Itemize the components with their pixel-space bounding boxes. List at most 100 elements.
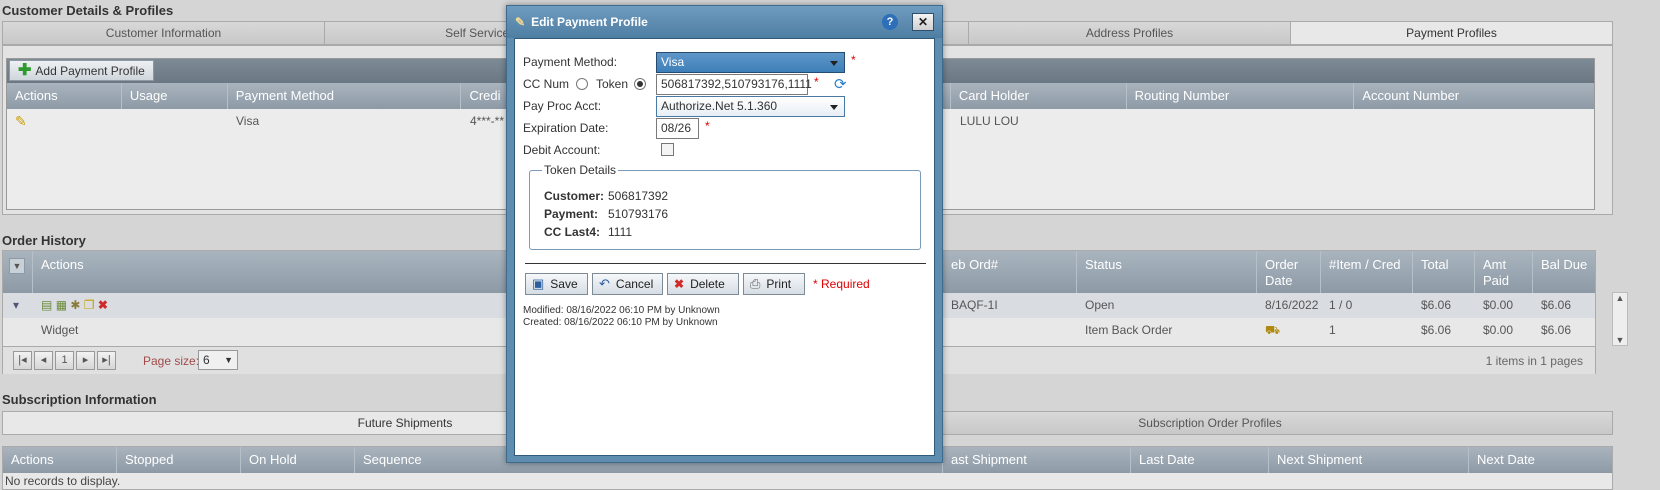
token-label: Token	[596, 77, 629, 91]
col-order-date[interactable]: Order Date	[1257, 251, 1321, 293]
col-total[interactable]: Total	[1413, 251, 1475, 293]
col-web-ord[interactable]: eb Ord#	[943, 251, 1077, 293]
pager-buttons: |◂ ◂ 1 ▸ ▸|	[13, 351, 118, 370]
cancel-label: Cancel	[615, 277, 654, 291]
customer-label: Customer:	[544, 189, 605, 203]
exp-date-input[interactable]: 08/26	[656, 118, 699, 139]
col-card-holder[interactable]: Card Holder	[951, 83, 1127, 109]
document-icon[interactable]: ▤	[41, 298, 52, 312]
dialog-body: Payment Method: Visa * CC Num Token 5068…	[514, 38, 935, 456]
next-page-button[interactable]: ▸	[76, 351, 95, 370]
col-account-number[interactable]: Account Number	[1354, 83, 1594, 109]
add-payment-profile-button[interactable]: ✚ Add Payment Profile	[9, 60, 154, 81]
col-routing-number[interactable]: Routing Number	[1127, 83, 1355, 109]
dialog-titlebar[interactable]: ✎ Edit Payment Profile ? ✕	[507, 6, 942, 38]
delete-label: Delete	[690, 277, 725, 291]
col-next-shipment[interactable]: Next Shipment	[1269, 447, 1469, 473]
debit-account-checkbox[interactable]	[661, 143, 674, 156]
col-next-date[interactable]: Next Date	[1469, 447, 1609, 473]
col-last-shipment[interactable]: ast Shipment	[943, 447, 1131, 473]
dialog-title: Edit Payment Profile	[531, 15, 648, 29]
col-amt-paid[interactable]: Amt Paid	[1475, 251, 1533, 293]
prev-page-button[interactable]: ◂	[34, 351, 53, 370]
cc-number-input[interactable]: 506817392,510793176,1111	[656, 74, 812, 95]
payment-method-select[interactable]: Visa	[656, 52, 845, 73]
pay-proc-value: Authorize.Net 5.1.360	[661, 99, 778, 113]
required-marker: *	[705, 119, 710, 133]
token-details-legend: Token Details	[542, 163, 619, 177]
col-on-hold[interactable]: On Hold	[241, 447, 355, 473]
last4-value: 1111	[608, 225, 633, 239]
expand-all-cell[interactable]: ▼	[3, 251, 33, 293]
print-button[interactable]: ⎙ Print	[743, 273, 805, 295]
col-bal-due[interactable]: Bal Due	[1533, 251, 1593, 293]
pencil-icon[interactable]: ✎	[15, 113, 27, 129]
close-icon[interactable]: ✕	[912, 13, 934, 31]
item-total-cell: $6.06	[1421, 323, 1452, 337]
save-button[interactable]: ▣ Save	[525, 273, 588, 295]
cc-num-radio[interactable]	[576, 78, 588, 90]
save-icon: ▣	[532, 276, 545, 291]
page-size-select[interactable]: 6 ▼	[198, 350, 238, 370]
col-item-cred[interactable]: #Item / Cred	[1321, 251, 1413, 293]
first-page-button[interactable]: |◂	[13, 351, 32, 370]
item-cred-cell: 1 / 0	[1329, 298, 1353, 312]
col-usage[interactable]: Usage	[122, 83, 228, 109]
pay-proc-select[interactable]: Authorize.Net 5.1.360	[656, 96, 845, 117]
scroll-down-icon[interactable]: ▼	[1613, 335, 1627, 345]
scroll-up-icon[interactable]: ▲	[1613, 293, 1627, 303]
payment-label: Payment:	[544, 207, 599, 221]
delete-icon[interactable]: ✖	[98, 298, 108, 312]
copy-icon[interactable]: ❐	[84, 298, 95, 312]
chevron-down-icon	[830, 61, 838, 66]
item-due-cell: $6.06	[1541, 323, 1572, 337]
cancel-button[interactable]: ↶ Cancel	[592, 273, 663, 295]
tab-customer-information[interactable]: Customer Information	[3, 22, 325, 44]
modified-text: Modified: 08/16/2022 06:10 PM by Unknown	[523, 305, 720, 316]
last-page-button[interactable]: ▸|	[97, 351, 116, 370]
help-icon[interactable]: ?	[882, 14, 898, 30]
spacer-cell	[3, 318, 33, 343]
status-cell: Open	[1085, 298, 1115, 312]
usage-cell	[122, 109, 228, 134]
col-stopped[interactable]: Stopped	[117, 447, 241, 473]
truck-cell: ⛟	[1257, 318, 1321, 343]
note-icon[interactable]: ▦	[56, 298, 67, 312]
divider	[525, 263, 926, 264]
debit-account-label: Debit Account:	[523, 143, 601, 157]
row-expand-icon[interactable]: ▾	[3, 293, 33, 318]
required-marker: *	[814, 75, 819, 89]
col-actions[interactable]: Actions	[7, 83, 122, 109]
order-scrollbar[interactable]: ▲ ▼	[1612, 292, 1628, 346]
chevron-down-icon: ▼	[224, 355, 233, 365]
payment-method-cell: Visa	[236, 114, 260, 128]
web-ord-cell: BAQF-1I	[951, 298, 998, 312]
delete-icon: ✖	[674, 277, 685, 291]
add-payment-profile-label: Add Payment Profile	[35, 63, 145, 78]
tab-payment-profiles[interactable]: Payment Profiles	[1291, 22, 1612, 44]
page-size-value: 6	[203, 353, 210, 367]
dialog-icon: ✎	[515, 15, 526, 29]
col-sub-actions[interactable]: Actions	[3, 447, 117, 473]
settings-icon[interactable]: ✱	[70, 298, 80, 312]
edit-action-cell: ✎	[7, 109, 122, 134]
chevron-down-icon[interactable]: ▼	[9, 258, 25, 274]
token-radio[interactable]	[634, 78, 646, 90]
col-last-date[interactable]: Last Date	[1131, 447, 1269, 473]
empty-message: No records to display.	[5, 474, 121, 488]
refresh-icon[interactable]: ⟳	[834, 75, 847, 93]
save-label: Save	[550, 277, 578, 291]
due-cell: $6.06	[1541, 298, 1572, 312]
truck-icon[interactable]: ⛟	[1265, 323, 1280, 337]
plus-icon: ✚	[18, 61, 32, 79]
col-status[interactable]: Status	[1077, 251, 1257, 293]
col-payment-method[interactable]: Payment Method	[228, 83, 462, 109]
chevron-down-icon	[830, 105, 838, 110]
delete-button[interactable]: ✖ Delete	[667, 273, 739, 295]
page-number[interactable]: 1	[55, 351, 74, 370]
paid-cell: $0.00	[1483, 298, 1514, 312]
required-marker: *	[851, 53, 856, 67]
item-paid-cell: $0.00	[1483, 323, 1514, 337]
print-label: Print	[766, 277, 792, 291]
tab-address-profiles[interactable]: Address Profiles	[969, 22, 1291, 44]
